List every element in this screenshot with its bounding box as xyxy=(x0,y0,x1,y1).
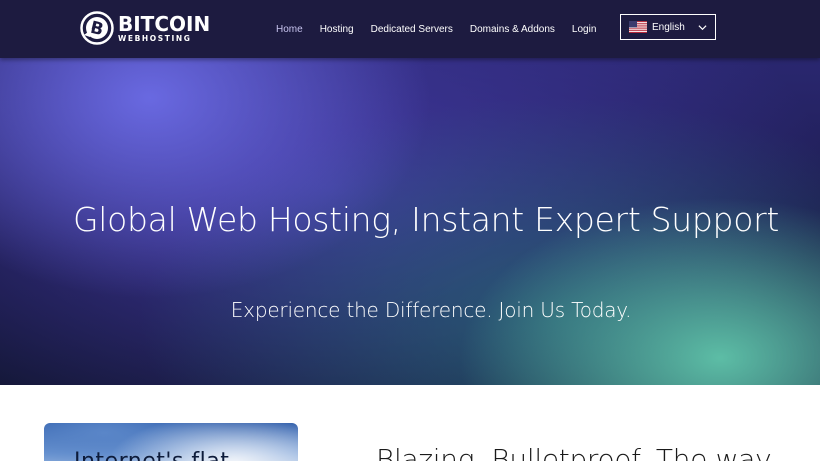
hero-banner: Global Web Hosting, Instant Expert Suppo… xyxy=(0,58,820,385)
us-flag-icon xyxy=(629,21,647,33)
nav-domains-addons[interactable]: Domains & Addons xyxy=(470,24,555,35)
hero-title: Global Web Hosting, Instant Expert Suppo… xyxy=(72,200,780,239)
nav-login[interactable]: Login xyxy=(572,24,596,35)
content-section: Internet's flat Blazing. Bulletproof. Th… xyxy=(0,385,820,461)
hero-subtitle: Experience the Difference. Join Us Today… xyxy=(230,298,632,322)
site-header: B BITCOIN WEBHOSTING Home Hosting Dedica… xyxy=(0,0,820,58)
language-selector[interactable]: English xyxy=(620,14,716,40)
bitcoin-logo-icon: B xyxy=(80,11,114,45)
logo-title: BITCOIN xyxy=(118,11,211,36)
nav-hosting[interactable]: Hosting xyxy=(320,24,354,35)
main-nav: Home Hosting Dedicated Servers Domains &… xyxy=(276,0,613,58)
chevron-down-icon xyxy=(698,25,707,31)
earth-image: Internet's flat xyxy=(44,423,298,461)
logo-subtitle: WEBHOSTING xyxy=(118,33,192,43)
nav-dedicated-servers[interactable]: Dedicated Servers xyxy=(371,24,453,35)
section-title: Blazing. Bulletproof. The way xyxy=(376,443,772,461)
logo[interactable]: B BITCOIN WEBHOSTING xyxy=(80,10,210,46)
nav-home[interactable]: Home xyxy=(276,24,303,35)
language-label: English xyxy=(652,21,685,33)
image-caption: Internet's flat xyxy=(74,449,229,461)
